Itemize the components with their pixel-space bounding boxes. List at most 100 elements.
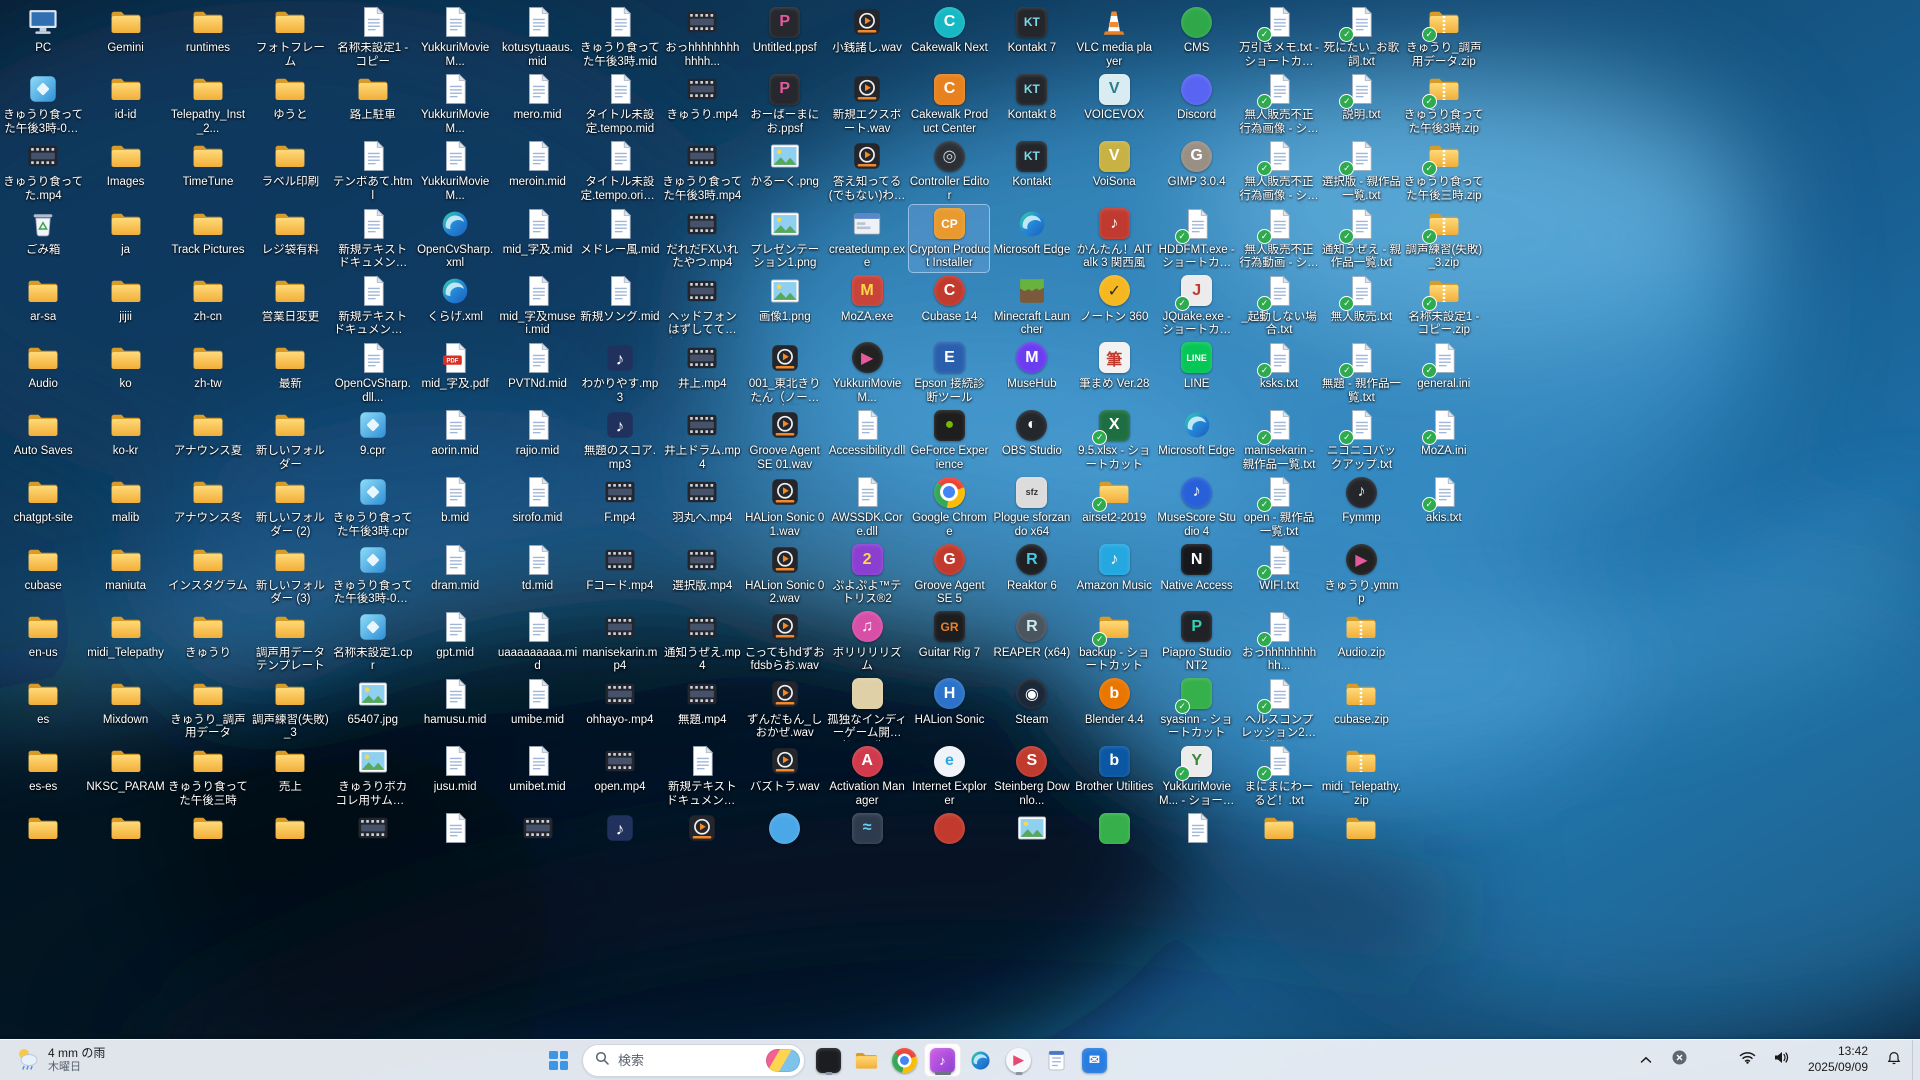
desktop-icon[interactable]: ✓akis.txt (1404, 473, 1484, 540)
desktop-icon[interactable] (909, 809, 989, 876)
desktop-icon[interactable]: Y✓YukkuriMovieM... - ショートカット (1157, 742, 1237, 809)
media-player-button[interactable]: ▶ (1000, 1043, 1037, 1077)
desktop-icon[interactable]: きゅうり食ってた午後三時 (168, 742, 248, 809)
desktop-icon[interactable]: 営業日変更 (250, 272, 330, 339)
desktop-icon[interactable]: ◎Controller Editor (909, 137, 989, 204)
taskbar-clock[interactable]: 13:42 2025/09/09 (1800, 1044, 1876, 1075)
desktop-icon[interactable]: 売上 (250, 742, 330, 809)
desktop-icon[interactable]: ✓まにまにわーるど！.txt (1239, 742, 1319, 809)
desktop-icon[interactable]: ✓選択版 - 親作品一覧.txt (1321, 137, 1401, 204)
desktop-icon[interactable]: kotusytuaaus.mid (498, 3, 578, 70)
desktop-icon[interactable]: 通知うぜえ.mp4 (662, 608, 742, 675)
desktop-icon[interactable]: 新しいフォルダー (3) (250, 541, 330, 608)
desktop-icon[interactable]: ✓airset2-2019 (1074, 473, 1154, 540)
desktop-icon[interactable]: createdump.exe (827, 205, 907, 272)
desktop-icon[interactable]: CCakewalk Product Center (909, 70, 989, 137)
desktop-icon[interactable]: runtimes (168, 3, 248, 70)
desktop-icon[interactable]: 名称未設定1.cpr (333, 608, 413, 675)
desktop-icon[interactable]: ar-sa (3, 272, 83, 339)
desktop-icon[interactable]: ✓名称未設定1 - コピー.zip (1404, 272, 1484, 339)
desktop-icon[interactable]: ✓manisekarin - 親作品一覧.txt (1239, 406, 1319, 473)
desktop-icon[interactable]: ▶YukkuriMovieM... (827, 339, 907, 406)
desktop-icon[interactable]: 新しいフォルダー (250, 406, 330, 473)
desktop-icon[interactable]: GGIMP 3.0.4 (1157, 137, 1237, 204)
desktop-icon[interactable]: midi_Telepathy.zip (1321, 742, 1401, 809)
desktop-icon[interactable]: 新しいフォルダー (2) (250, 473, 330, 540)
desktop-icon[interactable]: きゅうり食ってた.mp4 (3, 137, 83, 204)
desktop-icon[interactable]: cubase (3, 541, 83, 608)
desktop-icon[interactable]: ずんだもん_しおかぜ.wav (745, 675, 825, 742)
desktop-icon[interactable]: ♪MuseScore Studio 4 (1157, 473, 1237, 540)
music-app-button[interactable]: ♪ (924, 1043, 961, 1077)
desktop-icon[interactable]: 羽丸へ.mp4 (662, 473, 742, 540)
desktop-icon[interactable]: かるーく.png (745, 137, 825, 204)
desktop-icon[interactable]: ✓万引きメモ.txt - ショートカット (1239, 3, 1319, 70)
taskbar-search[interactable] (582, 1044, 805, 1077)
desktop-icon[interactable]: タイトル未設定.tempo.mid (580, 70, 660, 137)
desktop-icon[interactable]: ゆうと (250, 70, 330, 137)
mail-app-button[interactable]: ✉ (1076, 1043, 1113, 1077)
desktop-icon[interactable]: ✓無人販売.txt (1321, 272, 1401, 339)
desktop-icon[interactable]: ko (86, 339, 166, 406)
desktop-icon[interactable]: Discord (1157, 70, 1237, 137)
desktop-icon[interactable]: フォトフレーム (250, 3, 330, 70)
desktop-icon[interactable]: ✓_起動しない場合.txt (1239, 272, 1319, 339)
desktop-icon[interactable]: ✓説明.txt (1321, 70, 1401, 137)
desktop-icon[interactable]: ✓調声練習(失敗)_3.zip (1404, 205, 1484, 272)
desktop-icon[interactable]: KTKontakt 7 (992, 3, 1072, 70)
search-input[interactable] (616, 1052, 759, 1069)
desktop-icon[interactable]: きゅうり_調声用データ (168, 675, 248, 742)
desktop-icon[interactable]: dram.mid (415, 541, 495, 608)
desktop-icon[interactable]: Fコード.mp4 (580, 541, 660, 608)
desktop-icon[interactable]: 小銭諸し.wav (827, 3, 907, 70)
desktop-icon[interactable]: ✓死にたい_お歌詞.txt (1321, 3, 1401, 70)
desktop-icon[interactable] (498, 809, 578, 876)
desktop-icon[interactable]: ♪Amazon Music (1074, 541, 1154, 608)
desktop-icon[interactable]: 井上ドラム.mp4 (662, 406, 742, 473)
desktop-icon[interactable]: RReaktor 6 (992, 541, 1072, 608)
desktop-icon[interactable]: OpenCvSharp.xml (415, 205, 495, 272)
desktop-icon[interactable]: chatgpt-site (3, 473, 83, 540)
desktop-icon[interactable]: ◉Steam (992, 675, 1072, 742)
google-chrome-button[interactable] (886, 1043, 923, 1077)
desktop-icon[interactable] (250, 809, 330, 876)
desktop-icon[interactable]: きゅうり食ってた午後3時.mid (580, 3, 660, 70)
desktop-icon[interactable]: id-id (86, 70, 166, 137)
desktop-icon[interactable]: ko-kr (86, 406, 166, 473)
desktop-icon[interactable]: 画像1.png (745, 272, 825, 339)
desktop-icon[interactable]: KTKontakt 8 (992, 70, 1072, 137)
desktop-icon[interactable]: だれだFXいれたやつ.mp4 (662, 205, 742, 272)
desktop-icon[interactable]: YukkuriMovieM... (415, 137, 495, 204)
desktop-icon[interactable]: 9.cpr (333, 406, 413, 473)
desktop-icon[interactable]: MMoZA.exe (827, 272, 907, 339)
desktop-icon[interactable]: td.mid (498, 541, 578, 608)
file-explorer-button[interactable] (848, 1043, 885, 1077)
desktop-icon[interactable] (662, 809, 742, 876)
desktop-icon[interactable]: ✓MoZA.ini (1404, 406, 1484, 473)
desktop-icon[interactable]: maniuta (86, 541, 166, 608)
desktop-icon[interactable]: jusu.mid (415, 742, 495, 809)
desktop-icon[interactable]: アナウンス夏 (168, 406, 248, 473)
desktop-icon[interactable] (3, 809, 83, 876)
desktop-icon[interactable]: タイトル未設定.tempo.orig1.mid (580, 137, 660, 204)
notepad-button[interactable] (1038, 1043, 1075, 1077)
desktop-icon[interactable]: 65407.jpg (333, 675, 413, 742)
desktop-icon[interactable] (745, 809, 825, 876)
desktop-icon[interactable]: es-es (3, 742, 83, 809)
desktop-icon[interactable]: Minecraft Launcher (992, 272, 1072, 339)
desktop-icon[interactable]: ✓backup - ショートカット (1074, 608, 1154, 675)
desktop-icon[interactable]: sirofo.mid (498, 473, 578, 540)
desktop-icon[interactable]: umibe.mid (498, 675, 578, 742)
desktop-icon[interactable]: きゅうり食ってた午後3時-02.cpr (333, 541, 413, 608)
desktop-icon[interactable]: Microsoft Edge (1157, 406, 1237, 473)
desktop-icon[interactable]: 孤独なインディーゲーム開発者の一生... (827, 675, 907, 742)
desktop-icon[interactable] (333, 809, 413, 876)
desktop-icon[interactable]: Google Chrome (909, 473, 989, 540)
desktop-icon[interactable]: 名称未設定1 - コピー (333, 3, 413, 70)
desktop-icon[interactable]: ♪わかりやす.mp3 (580, 339, 660, 406)
desktop-icon[interactable]: manisekarin.mp4 (580, 608, 660, 675)
desktop-icon[interactable]: AActivation Manager (827, 742, 907, 809)
desktop-icon[interactable]: ✓ヘルスコンプレッション2__歌詞.txt (1239, 675, 1319, 742)
desktop-icon[interactable]: malib (86, 473, 166, 540)
desktop-icon[interactable]: ✓おっhhhhhhhhhh... (1239, 608, 1319, 675)
